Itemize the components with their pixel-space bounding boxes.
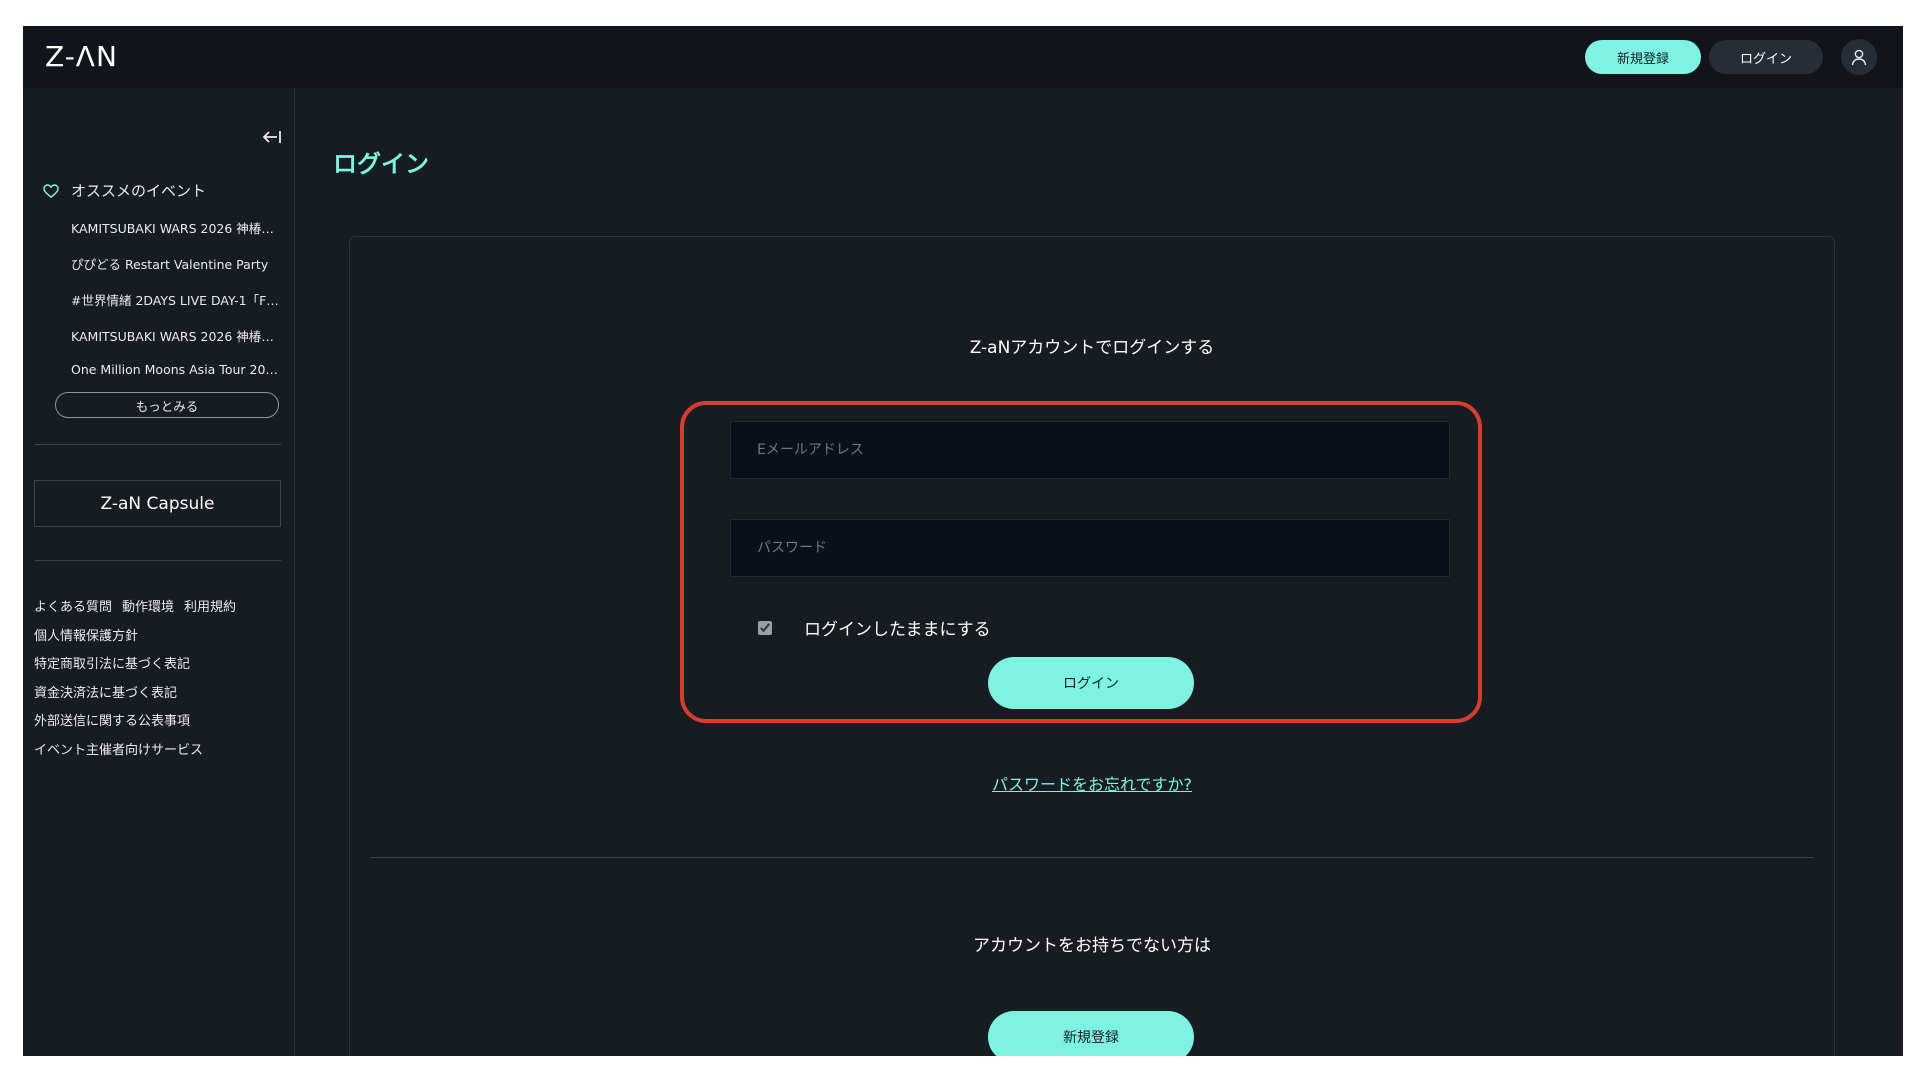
collapse-sidebar-button[interactable] (261, 128, 283, 146)
header-login-button[interactable]: ログイン (1709, 40, 1823, 74)
no-account-text: アカウントをお持ちでない方は (973, 936, 1211, 956)
page-title: ログイン (333, 150, 429, 178)
z-an-capsule-button[interactable]: Z-aN Capsule (34, 480, 281, 527)
forgot-password-row: パスワードをお忘れですか? (350, 771, 1834, 795)
top-bar: Z-ΛN 新規登録 ログイン (23, 26, 1903, 88)
external-transmission-link[interactable]: 外部送信に関する公表事項 (34, 710, 190, 739)
password-field[interactable] (730, 519, 1450, 577)
keep-logged-in-label: ログインしたままにする (804, 620, 991, 640)
login-button[interactable]: ログイン (988, 657, 1194, 709)
commercial-law-link[interactable]: 特定商取引法に基づく表記 (34, 653, 190, 682)
sidebar-event-item[interactable]: KAMITSUBAKI WARS 2026 神椿横... (71, 326, 281, 345)
email-field[interactable] (730, 421, 1450, 479)
sidebar-divider (35, 560, 281, 561)
terms-link[interactable]: 利用規約 (184, 596, 236, 625)
sidebar-event-item[interactable]: #世界情緒 2DAYS LIVE DAY-1「Fl... (71, 290, 281, 309)
sidebar-event-item[interactable]: ぴぴどる Restart Valentine Party (71, 254, 281, 273)
faq-link[interactable]: よくある質問 (34, 596, 112, 625)
heart-icon (43, 183, 59, 198)
app-window: Z-ΛN 新規登録 ログイン オススメのイベント KAMITSUBAKI WAR… (23, 26, 1903, 1056)
footer-links: よくある質問 動作環境 利用規約 個人情報保護方針 特定商取引法に基づく表記 資… (34, 596, 236, 767)
collapse-left-icon (262, 131, 281, 143)
sidebar: オススメのイベント KAMITSUBAKI WARS 2026 神椿横... ぴ… (23, 88, 295, 1056)
login-card: Z-aNアカウントでログインする ログインしたままにする ログイン パスワードを… (349, 236, 1835, 1056)
organizer-services-link[interactable]: イベント主催者向けサービス (34, 739, 203, 768)
forgot-password-link[interactable]: パスワードをお忘れですか? (992, 775, 1192, 794)
header-signup-button[interactable]: 新規登録 (1585, 40, 1701, 74)
recommended-events-title: オススメのイベント (71, 182, 207, 200)
sidebar-divider (35, 444, 281, 445)
privacy-policy-link[interactable]: 個人情報保護方針 (34, 625, 138, 654)
card-divider (370, 857, 1814, 858)
keep-logged-in-checkbox[interactable] (758, 620, 772, 635)
environment-link[interactable]: 動作環境 (122, 596, 174, 625)
recommended-events-heading: オススメのイベント (43, 180, 206, 201)
keep-logged-in-option[interactable]: ログインしたままにする (758, 615, 991, 640)
more-events-button[interactable]: もっとみる (55, 392, 279, 418)
sidebar-event-item[interactable]: KAMITSUBAKI WARS 2026 神椿横... (71, 218, 281, 237)
login-card-heading: Z-aNアカウントでログインする (969, 338, 1215, 358)
signup-button[interactable]: 新規登録 (988, 1011, 1194, 1056)
account-button[interactable] (1841, 39, 1877, 75)
z-an-logo[interactable]: Z-ΛN (45, 40, 118, 73)
user-icon (1851, 49, 1867, 66)
payment-law-link[interactable]: 資金決済法に基づく表記 (34, 682, 177, 711)
sidebar-event-item[interactable]: One Million Moons Asia Tour 202... (71, 362, 281, 377)
